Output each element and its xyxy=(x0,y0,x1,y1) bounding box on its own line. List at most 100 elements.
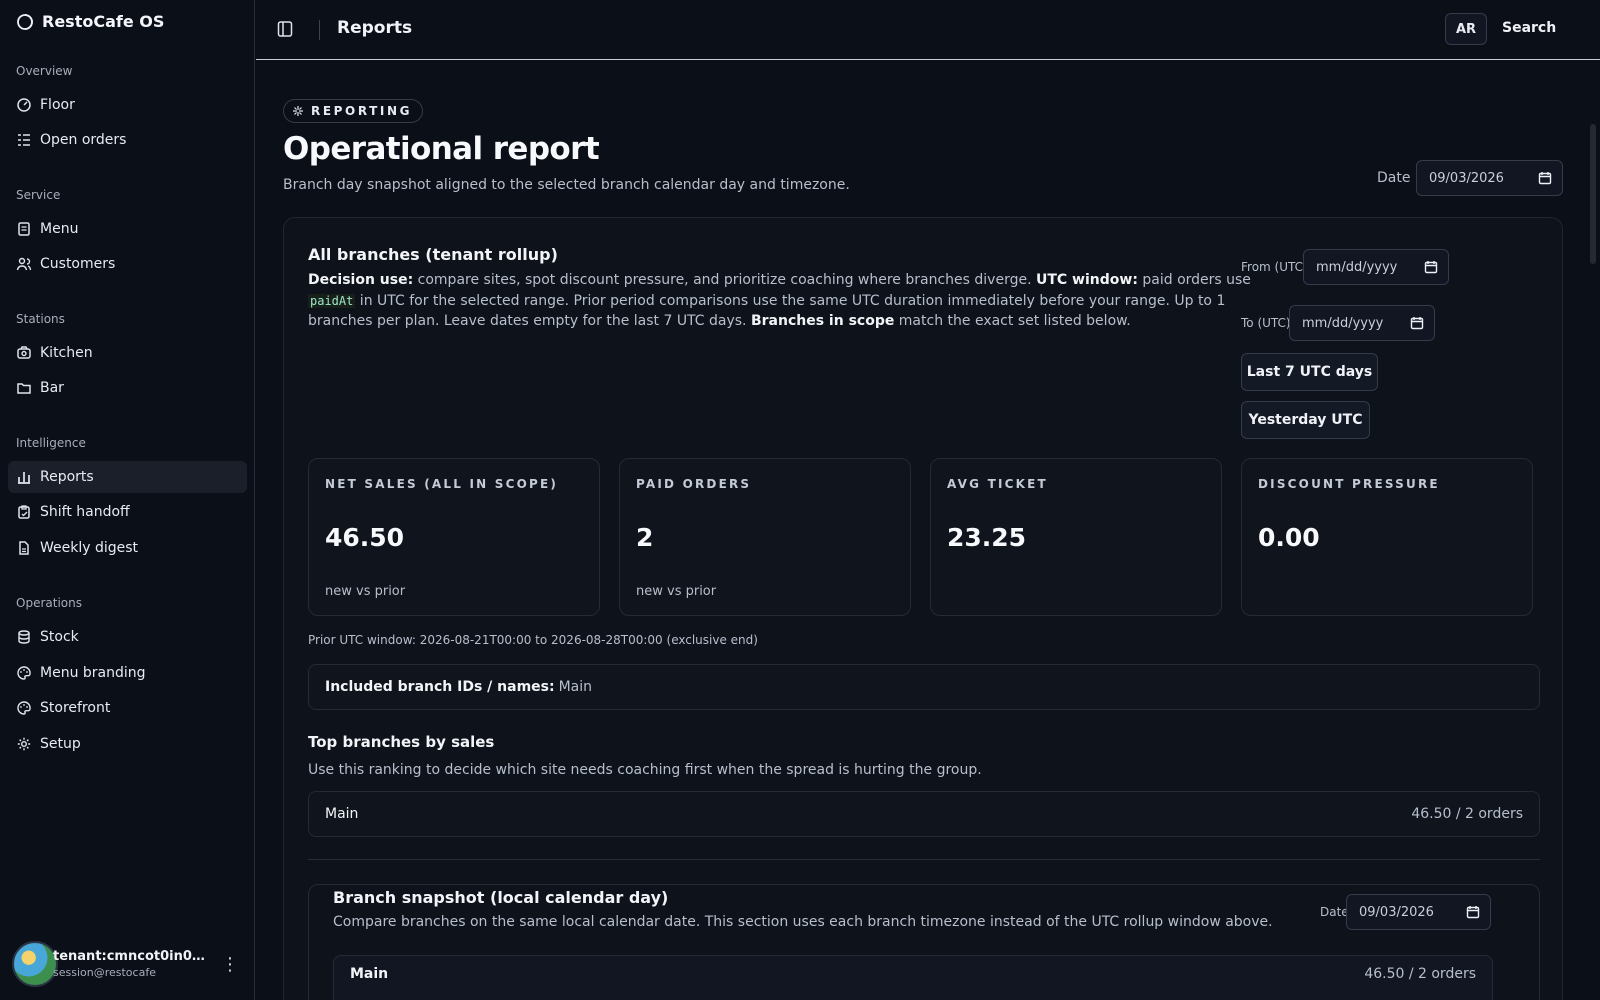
sidebar: RestoCafe OS Overview Floor Open orders … xyxy=(0,0,255,1000)
decision-text: compare sites, spot discount pressure, a… xyxy=(413,272,1036,288)
snapshot-branch-name: Main xyxy=(350,966,389,982)
user-email: session@restocafe xyxy=(53,966,156,979)
snapshot-title: Branch snapshot (local calendar day) xyxy=(333,888,669,907)
calendar-icon[interactable] xyxy=(1410,316,1424,330)
app-name: RestoCafe OS xyxy=(42,12,165,31)
from-label: From (UTC) xyxy=(1241,260,1308,274)
sidebar-item-menu-branding[interactable]: Menu branding xyxy=(8,657,247,689)
branch-name: Main xyxy=(325,806,359,822)
sidebar-item-stock[interactable]: Stock xyxy=(8,621,247,653)
document-icon xyxy=(18,222,30,236)
paid-at-code: paidAt xyxy=(308,293,356,308)
sidebar-item-label: Kitchen xyxy=(40,345,93,361)
to-date-input[interactable]: mm/dd/yyyy xyxy=(1289,305,1435,341)
kpi-label: NET SALES (ALL IN SCOPE) xyxy=(325,477,559,491)
sidebar-item-shift-handoff[interactable]: Shift handoff xyxy=(8,496,247,528)
page-title-topbar: Reports xyxy=(337,18,413,38)
kpi-card-discount-pressure: DISCOUNT PRESSURE 0.00 xyxy=(1241,458,1533,616)
scrollbar[interactable] xyxy=(1590,124,1596,264)
more-vertical-icon[interactable]: ⋮ xyxy=(221,954,239,975)
sidebar-toggle-icon[interactable] xyxy=(277,20,293,42)
topbar-divider xyxy=(319,20,320,40)
main-content: REPORTING Operational report Branch day … xyxy=(256,60,1600,1000)
sidebar-item-label: Customers xyxy=(40,256,116,272)
calendar-icon[interactable] xyxy=(1466,905,1480,919)
sidebar-item-reports[interactable]: Reports xyxy=(8,461,247,493)
snapshot-date-input[interactable]: 09/03/2026 xyxy=(1346,894,1491,930)
utc-label: UTC window: xyxy=(1035,272,1138,288)
users-icon xyxy=(16,257,32,271)
sparkle-icon xyxy=(293,106,303,116)
section-service: Service xyxy=(16,188,61,202)
palette-icon xyxy=(17,701,31,715)
user-profile[interactable]: tenant:cmncot0in000... session@restocafe… xyxy=(12,940,247,988)
branch-snapshot-card: Branch snapshot (local calendar day) Com… xyxy=(308,884,1540,1000)
reporting-badge: REPORTING xyxy=(283,99,424,123)
kpi-value: 2 xyxy=(636,523,654,552)
sidebar-item-menu[interactable]: Menu xyxy=(8,213,247,245)
date-input[interactable]: 09/03/2026 xyxy=(1416,160,1563,196)
topbar: Reports AR Search xyxy=(256,0,1600,60)
sidebar-item-weekly-digest[interactable]: Weekly digest xyxy=(8,532,247,564)
date-label: Date xyxy=(1377,170,1411,186)
date-value: 09/03/2026 xyxy=(1429,170,1504,186)
from-date-input[interactable]: mm/dd/yyyy xyxy=(1303,249,1449,285)
section-operations: Operations xyxy=(16,596,82,610)
sidebar-item-open-orders[interactable]: Open orders xyxy=(8,124,247,156)
snapshot-date-value: 09/03/2026 xyxy=(1359,904,1434,920)
language-button[interactable]: AR xyxy=(1445,13,1487,45)
sidebar-item-label: Menu xyxy=(40,221,79,237)
search-button[interactable]: Search xyxy=(1502,20,1556,36)
scope-text: match the exact set listed below. xyxy=(894,313,1131,329)
bar-chart-icon xyxy=(18,472,30,484)
gauge-icon xyxy=(17,98,31,112)
top-branches-description: Use this ranking to decide which site ne… xyxy=(308,762,982,778)
calendar-icon[interactable] xyxy=(1424,260,1438,274)
kpi-label: AVG TICKET xyxy=(947,477,1048,491)
section-stations: Stations xyxy=(16,312,65,326)
sidebar-item-label: Bar xyxy=(40,380,64,396)
kpi-value: 0.00 xyxy=(1258,523,1320,552)
kpi-card-paid-orders: PAID ORDERS 2 new vs prior xyxy=(619,458,911,616)
included-label: Included branch IDs / names: xyxy=(325,679,555,695)
from-date-placeholder: mm/dd/yyyy xyxy=(1316,259,1398,275)
kpi-label: PAID ORDERS xyxy=(636,477,752,491)
included-branches: Included branch IDs / names: Main xyxy=(308,664,1540,710)
kpi-value: 46.50 xyxy=(325,523,405,552)
page-title: Operational report xyxy=(283,131,600,167)
avatar xyxy=(12,941,58,987)
sidebar-item-setup[interactable]: Setup xyxy=(8,728,247,760)
rollup-title: All branches (tenant rollup) xyxy=(308,245,558,264)
folder-icon xyxy=(17,383,31,394)
app-root: RestoCafe OS Overview Floor Open orders … xyxy=(0,0,1600,1000)
snapshot-description: Compare branches on the same local calen… xyxy=(333,914,1273,930)
sidebar-item-customers[interactable]: Customers xyxy=(8,248,247,280)
sidebar-item-label: Shift handoff xyxy=(40,504,130,520)
sidebar-item-bar[interactable]: Bar xyxy=(8,372,247,404)
page-subtitle: Branch day snapshot aligned to the selec… xyxy=(283,177,850,193)
section-divider xyxy=(308,859,1540,860)
sidebar-item-storefront[interactable]: Storefront xyxy=(8,692,247,724)
last-7-utc-days-button[interactable]: Last 7 UTC days xyxy=(1241,353,1378,391)
snapshot-branch-sales: 46.50 / 2 orders xyxy=(1364,966,1476,982)
palette-icon xyxy=(17,666,31,680)
user-text: tenant:cmncot0in000... session@restocafe xyxy=(53,949,213,979)
sidebar-item-floor[interactable]: Floor xyxy=(8,89,247,121)
brand[interactable]: RestoCafe OS xyxy=(16,12,164,31)
calendar-icon[interactable] xyxy=(1538,171,1552,185)
sidebar-item-kitchen[interactable]: Kitchen xyxy=(8,337,247,369)
yesterday-utc-button[interactable]: Yesterday UTC xyxy=(1241,401,1370,439)
kpi-card-avg-ticket: AVG TICKET 23.25 xyxy=(930,458,1222,616)
scope-label: Branches in scope xyxy=(750,313,895,329)
snapshot-branch-row: Main 46.50 / 2 orders xyxy=(333,955,1493,1000)
clipboard-icon xyxy=(18,505,30,519)
sidebar-item-label: Floor xyxy=(40,97,75,113)
rollup-card: All branches (tenant rollup) Decision us… xyxy=(283,217,1563,1000)
to-label: To (UTC) xyxy=(1241,316,1291,330)
prior-utc-window: Prior UTC window: 2026-08-21T00:00 to 20… xyxy=(308,633,758,647)
kpi-label: DISCOUNT PRESSURE xyxy=(1258,477,1440,491)
user-name: tenant:cmncot0in000... xyxy=(53,949,213,964)
kpi-card-net-sales: NET SALES (ALL IN SCOPE) 46.50 new vs pr… xyxy=(308,458,600,616)
sidebar-item-label: Menu branding xyxy=(40,665,146,681)
top-branches-title: Top branches by sales xyxy=(308,733,495,751)
